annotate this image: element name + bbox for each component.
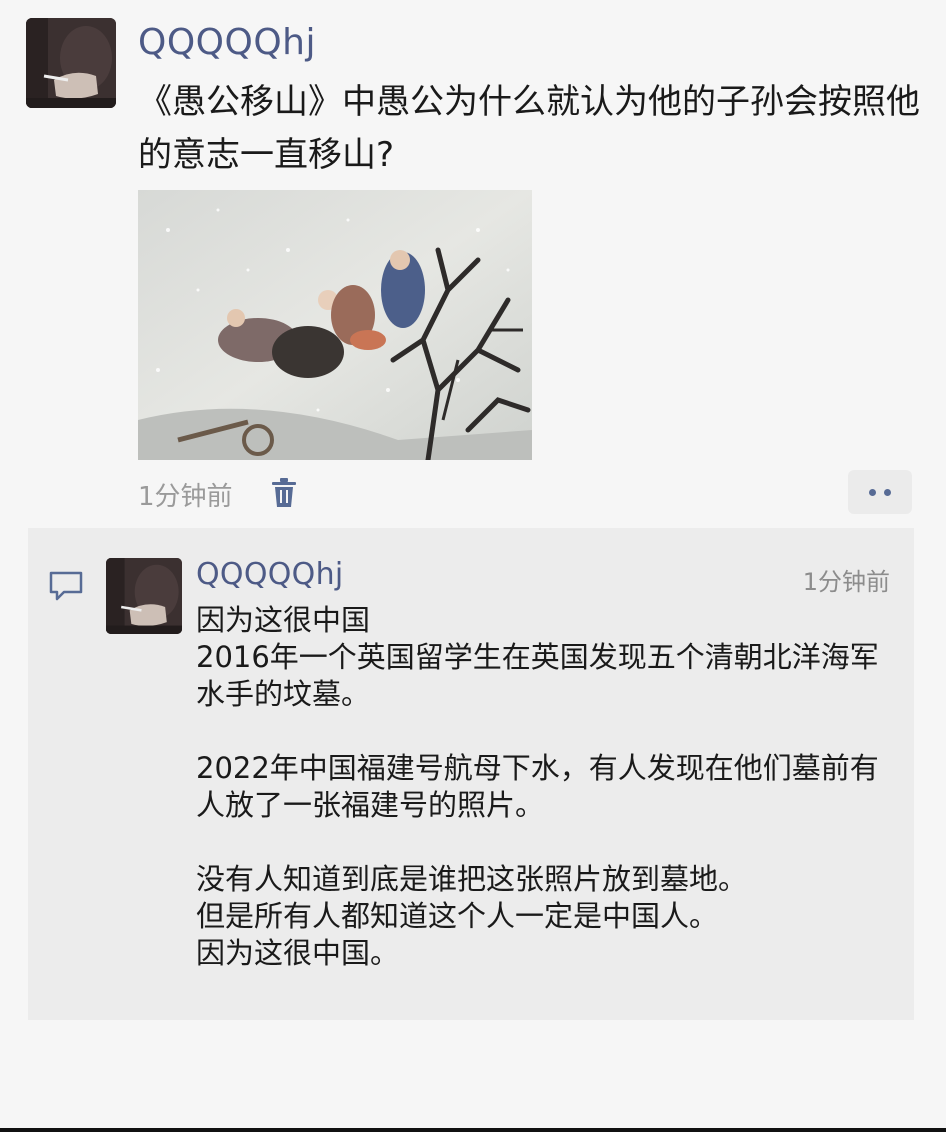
comment-paragraph: 因为这很中国。 — [196, 936, 400, 970]
post-text: 《愚公移山》中愚公为什么就认为他的子孙会按照他的意志一直移山? — [138, 82, 920, 175]
trash-icon[interactable] — [270, 478, 298, 508]
comment-bubble-icon — [49, 571, 83, 601]
comment-username[interactable]: QQQQQhj — [196, 557, 344, 592]
post-timestamp: 1分钟前 — [138, 482, 233, 512]
comment-timestamp: 1分钟前 — [802, 568, 890, 596]
comment-avatar[interactable] — [106, 558, 182, 634]
post-username[interactable]: QQQQQhj — [138, 22, 316, 63]
post-image[interactable] — [138, 190, 532, 460]
more-dots-icon — [869, 488, 876, 496]
comment-paragraph: 2016年一个英国留学生在英国发现五个清朝北洋海军水手的坟墓。 — [196, 640, 879, 711]
more-button[interactable] — [848, 470, 912, 514]
comment-paragraph: 因为这很中国 — [196, 603, 371, 637]
post-avatar[interactable] — [26, 18, 116, 108]
more-dots-icon — [884, 488, 891, 496]
comment-paragraph: 但是所有人都知道这个人一定是中国人。 — [196, 899, 719, 933]
bottom-divider — [0, 1128, 946, 1132]
comment-paragraph: 没有人知道到底是谁把这张照片放到墓地。 — [196, 862, 748, 896]
comment-paragraph: 2022年中国福建号航母下水，有人发现在他们墓前有人放了一张福建号的照片。 — [196, 751, 879, 822]
comment-text: 因为这很中国 2016年一个英国留学生在英国发现五个清朝北洋海军水手的坟墓。 2… — [196, 602, 896, 972]
